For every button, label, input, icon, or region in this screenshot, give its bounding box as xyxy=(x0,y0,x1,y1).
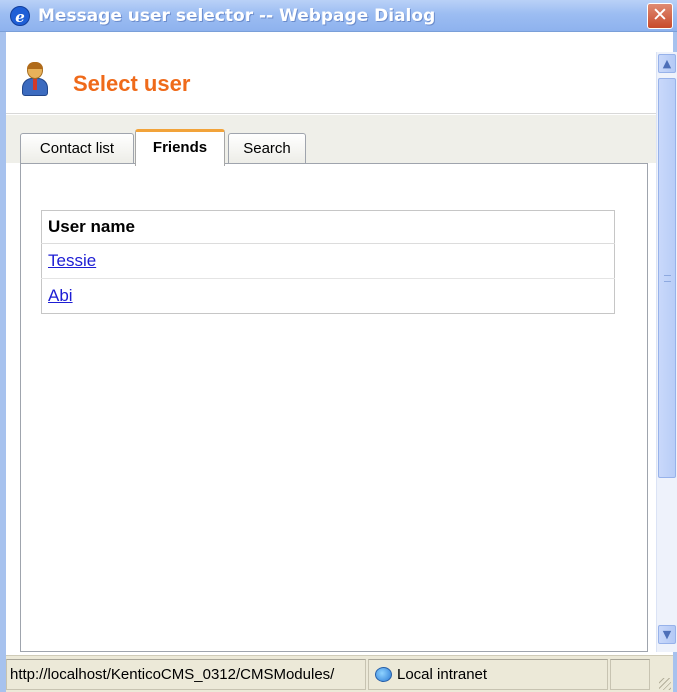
tab-friends[interactable]: Friends xyxy=(135,129,225,166)
scroll-up-button[interactable]: ▲ xyxy=(658,54,676,73)
table-cell: Abi xyxy=(42,279,615,314)
local-intranet-icon xyxy=(375,667,392,682)
user-table: User name Tessie Abi xyxy=(41,210,615,314)
vertical-scrollbar[interactable]: ▲ ▼ xyxy=(656,52,677,652)
dialog-titlebar[interactable]: e Message user selector -- Webpage Dialo… xyxy=(0,0,677,32)
table-cell: Tessie xyxy=(41,243,615,279)
status-bar: http://localhost/KenticoCMS_0312/CMSModu… xyxy=(6,655,673,692)
zone-label: Local intranet xyxy=(397,666,488,683)
page-header: Select user xyxy=(6,32,656,114)
dialog-content: Select user Contact list Friends Search … xyxy=(6,32,656,652)
tab-panel: User name Tessie Abi xyxy=(20,163,648,652)
table-row: Abi xyxy=(42,279,615,314)
user-link-abi[interactable]: Abi xyxy=(48,286,73,305)
tab-contact-list[interactable]: Contact list xyxy=(20,133,134,165)
status-url: http://localhost/KenticoCMS_0312/CMSModu… xyxy=(6,659,366,690)
table-header-row: User name xyxy=(41,210,615,244)
dialog-title: Message user selector -- Webpage Dialog xyxy=(38,6,436,26)
close-button[interactable]: ✕ xyxy=(647,3,673,29)
table-row: Tessie xyxy=(41,243,615,279)
scroll-down-button[interactable]: ▼ xyxy=(658,625,676,644)
column-header-user-name: User name xyxy=(41,210,615,244)
page-title: Select user xyxy=(73,71,191,96)
user-link-tessie[interactable]: Tessie xyxy=(48,251,96,270)
resize-grip-icon[interactable] xyxy=(659,678,671,690)
user-icon xyxy=(20,62,52,102)
status-extra-pane xyxy=(610,659,650,690)
ie-icon: e xyxy=(10,6,30,26)
tab-search[interactable]: Search xyxy=(228,133,306,165)
scroll-thumb[interactable] xyxy=(658,78,676,478)
scroll-grip-icon xyxy=(664,275,671,282)
status-zone: Local intranet xyxy=(368,659,608,690)
